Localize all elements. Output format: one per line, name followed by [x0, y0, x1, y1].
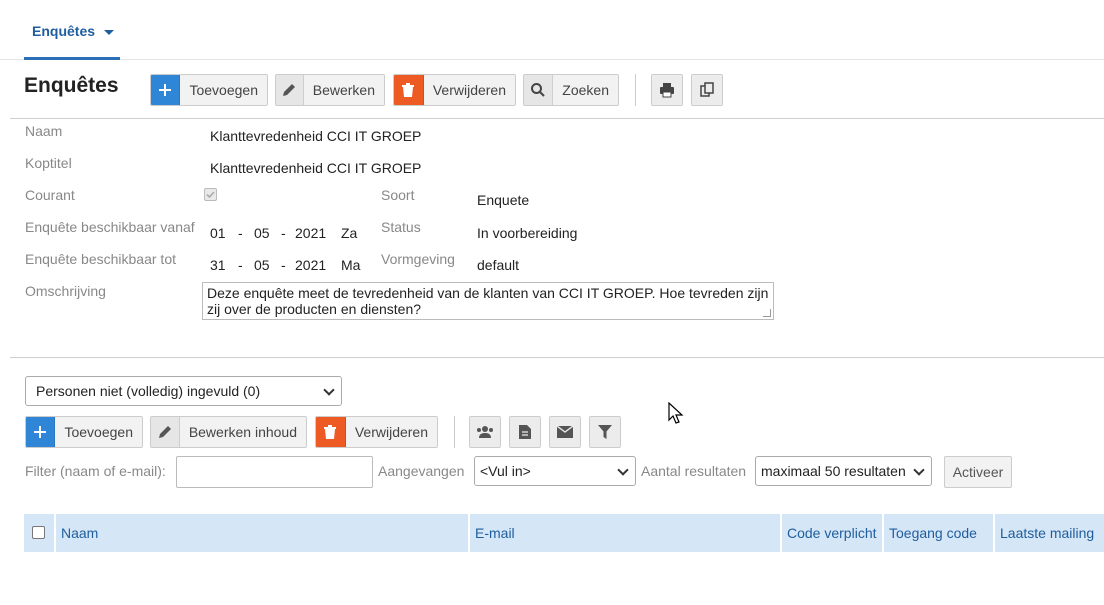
select-all-checkbox[interactable] [32, 526, 45, 539]
vormgeving-value: default [477, 257, 520, 273]
date-separator: - [281, 257, 286, 273]
document-icon [510, 417, 540, 447]
tot-day: 31 [210, 257, 226, 273]
aantal-resultaten-label: Aantal resultaten [641, 463, 747, 479]
edit-button[interactable]: Bewerken [275, 74, 385, 106]
print-button[interactable] [651, 74, 683, 106]
column-header-email[interactable]: E-mail [468, 514, 780, 552]
pencil-icon [276, 75, 304, 105]
beschikbaar-vanaf-label: Enquête beschikbaar vanaf [25, 219, 195, 235]
tab-enquetes[interactable]: Enquêtes [24, 12, 120, 60]
document-button[interactable] [509, 416, 541, 448]
omschrijving-textarea[interactable]: Deze enquête meet de tevredenheid van de… [202, 282, 774, 320]
pencil-icon [151, 417, 180, 447]
column-header-naam[interactable]: Naam [54, 514, 494, 552]
filter-label: Filter (naam of e-mail): [25, 463, 166, 479]
copy-button[interactable] [691, 74, 723, 106]
funnel-icon [590, 417, 620, 447]
date-separator: - [281, 225, 286, 241]
courant-checkbox [204, 188, 217, 201]
status-value: In voorbereiding [477, 225, 578, 241]
column-header-code-verplicht[interactable]: Code verplicht [780, 514, 883, 552]
vanaf-day: 01 [210, 225, 226, 241]
page-title: Enquêtes [24, 74, 119, 97]
users-icon [470, 417, 500, 447]
delete-person-button-label: Verwijderen [354, 424, 428, 440]
tot-weekday: Ma [341, 257, 361, 273]
vanaf-weekday: Za [341, 225, 358, 241]
soort-value: Enquete [477, 192, 530, 208]
delete-person-button[interactable]: Verwijderen [315, 416, 438, 448]
aangevangen-select-value: <Vul in> [480, 463, 531, 479]
resize-handle[interactable] [763, 309, 771, 317]
search-icon [524, 75, 554, 105]
toolbar-divider [635, 74, 636, 106]
trash-icon [394, 75, 424, 105]
column-header-laatste-mailing[interactable]: Laatste mailing [993, 514, 1104, 552]
chevron-down-icon [323, 384, 335, 396]
column-header-toegang-code[interactable]: Toegang code [882, 514, 993, 552]
aangevangen-select[interactable]: <Vul in> [474, 456, 636, 486]
plus-icon [151, 75, 181, 105]
chevron-down-icon [104, 30, 114, 35]
tot-month: 05 [254, 257, 270, 273]
courant-label: Courant [25, 187, 75, 203]
omschrijving-line-2: zij over de producten en diensten? [207, 301, 422, 317]
koptitel-label: Koptitel [25, 155, 72, 171]
tab-enquetes-label: Enquêtes [32, 23, 96, 39]
copy-icon [692, 75, 722, 105]
print-icon [652, 75, 682, 105]
persons-table-header: Naam E-mail Code verplicht Toegang code … [24, 514, 1104, 552]
add-button[interactable]: Toevoegen [150, 74, 268, 106]
trash-icon [316, 417, 346, 447]
omschrijving-line-1: Deze enquête meet de tevredenheid van de… [207, 285, 769, 301]
add-person-button[interactable]: Toevoegen [25, 416, 143, 448]
envelope-icon [550, 417, 580, 447]
aantal-resultaten-select-value: maximaal 50 resultaten [761, 463, 906, 479]
plus-icon [26, 417, 56, 447]
persons-view-select-value: Personen niet (volledig) ingevuld (0) [36, 383, 261, 399]
omschrijving-label: Omschrijving [25, 283, 106, 299]
naam-value: Klanttevredenheid CCI IT GROEP [210, 128, 422, 144]
filter-input[interactable] [176, 456, 373, 488]
add-button-label: Toevoegen [189, 82, 258, 98]
mouse-pointer-icon [668, 401, 684, 427]
persons-view-select[interactable]: Personen niet (volledig) ingevuld (0) [25, 376, 342, 406]
delete-button-label: Verwijderen [432, 82, 506, 98]
date-separator: - [238, 225, 243, 241]
koptitel-value: Klanttevredenheid CCI IT GROEP [210, 160, 422, 176]
edit-button-label: Bewerken [312, 82, 375, 98]
activeer-button[interactable]: Activeer [944, 456, 1012, 488]
vormgeving-label: Vormgeving [381, 251, 455, 267]
section-divider [10, 357, 1104, 358]
date-separator: - [238, 257, 243, 273]
status-label: Status [381, 219, 421, 235]
add-person-button-label: Toevoegen [64, 424, 133, 440]
aantal-resultaten-select[interactable]: maximaal 50 resultaten [755, 456, 932, 486]
naam-label: Naam [25, 123, 63, 139]
beschikbaar-vanaf-date[interactable]: 01 - 05 - 2021 Za [210, 225, 357, 241]
search-button[interactable]: Zoeken [523, 74, 619, 106]
edit-content-button-label: Bewerken inhoud [188, 424, 297, 440]
mail-button[interactable] [549, 416, 581, 448]
chevron-down-icon [617, 464, 629, 476]
vanaf-month: 05 [254, 225, 270, 241]
header-divider [10, 118, 1104, 119]
group-button[interactable] [469, 416, 501, 448]
tot-year: 2021 [295, 257, 327, 273]
aangevangen-label: Aangevangen [378, 463, 465, 479]
vanaf-year: 2021 [295, 225, 327, 241]
beschikbaar-tot-date[interactable]: 31 - 05 - 2021 Ma [210, 257, 360, 273]
beschikbaar-tot-label: Enquête beschikbaar tot [25, 251, 176, 267]
top-navigation: Enquêtes [0, 0, 1104, 60]
delete-button[interactable]: Verwijderen [393, 74, 516, 106]
toolbar-divider [454, 416, 455, 448]
soort-label: Soort [381, 187, 415, 203]
search-button-label: Zoeken [562, 82, 609, 98]
filter-button[interactable] [589, 416, 621, 448]
edit-content-button[interactable]: Bewerken inhoud [150, 416, 307, 448]
chevron-down-icon [913, 464, 925, 476]
